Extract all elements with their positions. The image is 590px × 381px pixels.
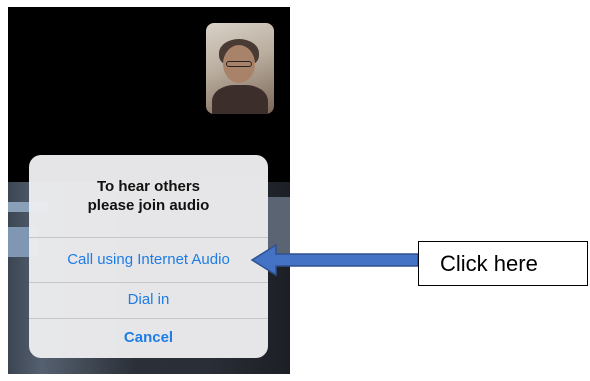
click-here-callout: Click here [418,241,588,286]
dialog-title-line-1: To hear others [96,178,201,195]
divider [29,237,268,238]
divider [29,318,268,319]
divider [29,282,268,283]
pointer-arrow-icon [250,243,419,277]
dialog-title-line-2: please join audio [87,197,210,214]
callout-text: Click here [440,250,538,276]
join-audio-dialog: To hear others please join audio Call us… [29,155,268,358]
dial-in-button[interactable]: Dial in [29,290,268,310]
call-internet-audio-button[interactable]: Call using Internet Audio [29,250,268,270]
cancel-button[interactable]: Cancel [29,328,268,348]
dialog-title: To hear others please join audio [29,177,268,215]
phone-screen: To hear others please join audio Call us… [8,7,290,374]
self-view-thumbnail[interactable] [206,23,274,114]
